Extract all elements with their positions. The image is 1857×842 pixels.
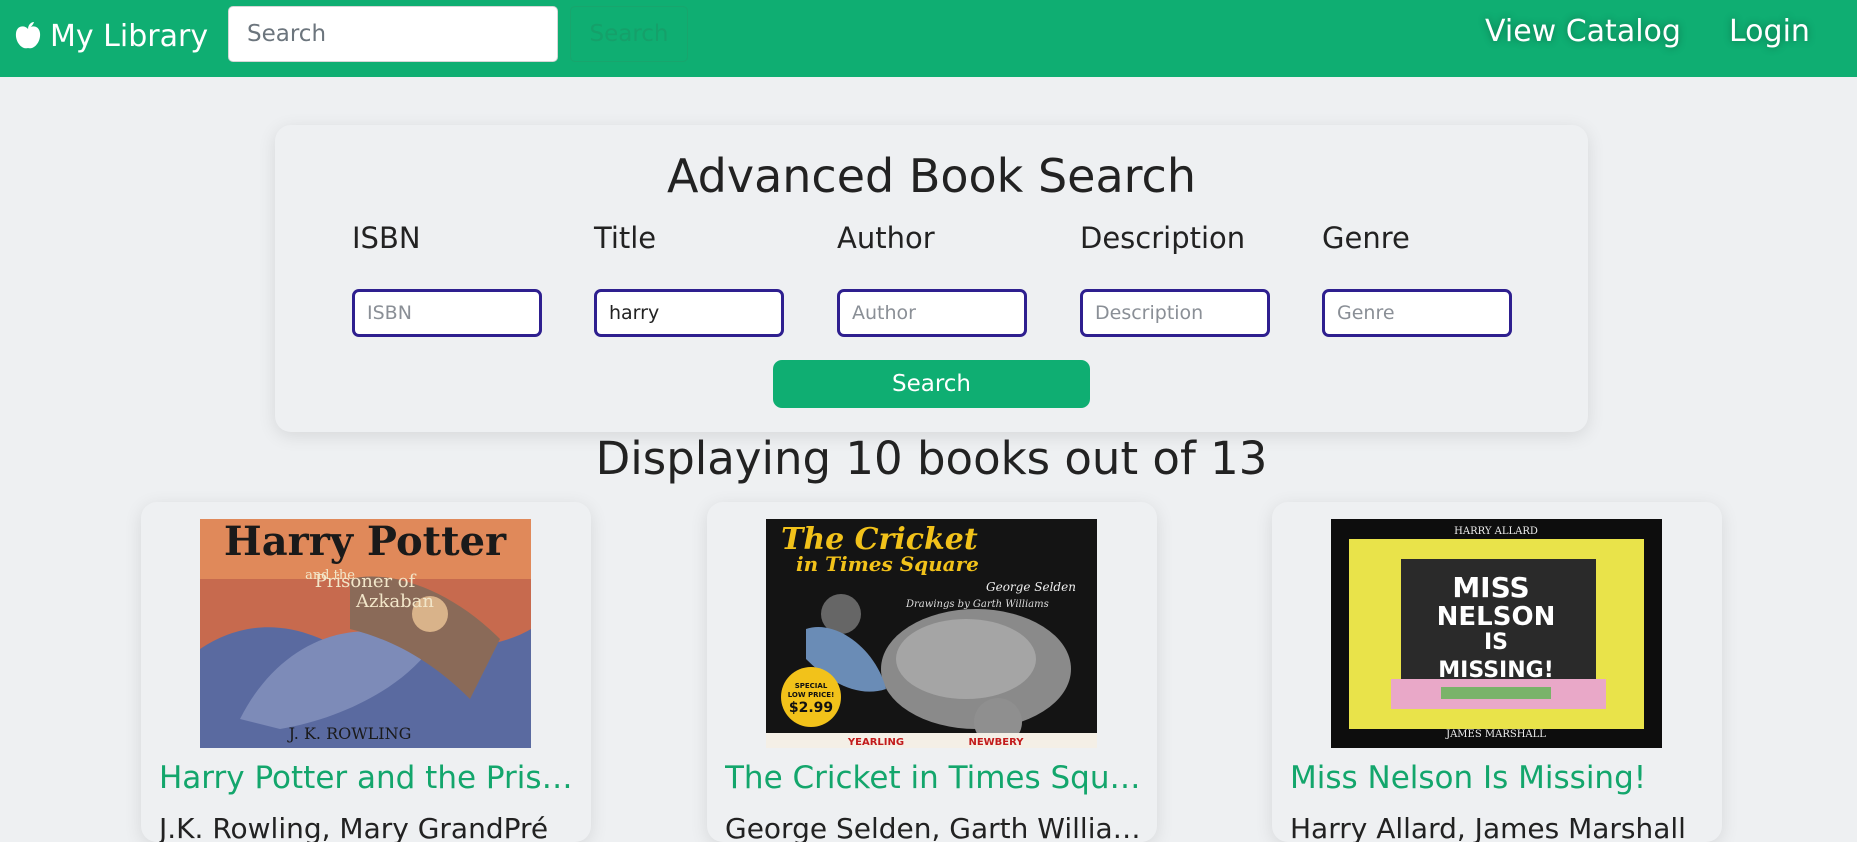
- description-input[interactable]: [1080, 289, 1270, 337]
- book-authors: J.K. Rowling, Mary GrandPré: [159, 812, 549, 842]
- advanced-search-card: Advanced Book Search ISBN Title Author D…: [275, 125, 1588, 432]
- cover-title-text: Harry Potter: [224, 519, 507, 565]
- apple-book-icon: [15, 22, 41, 49]
- title-label: Title: [594, 221, 657, 255]
- cover-author-text: J. K. ROWLING: [287, 724, 412, 743]
- genre-label: Genre: [1322, 221, 1410, 255]
- book-cover-image[interactable]: Harry Potter and the Prisoner of Azkaban…: [200, 519, 531, 748]
- book-authors: George Selden, Garth Williams: [725, 812, 1145, 842]
- advanced-search-button[interactable]: Search: [773, 360, 1090, 408]
- book-card[interactable]: Harry Potter and the Prisoner of Azkaban…: [141, 502, 591, 842]
- cover-illustrator-text: JAMES MARSHALL: [1445, 729, 1546, 740]
- book-card[interactable]: HARRY ALLARD MISS NELSON IS MISSING! JAM…: [1272, 502, 1722, 842]
- cover-title-text: NELSON: [1437, 602, 1556, 632]
- view-catalog-link[interactable]: View Catalog: [1485, 14, 1681, 49]
- cover-title-text: IS: [1484, 630, 1508, 655]
- author-input[interactable]: [837, 289, 1027, 337]
- cover-title-text: MISS: [1452, 571, 1529, 604]
- nav-search-button[interactable]: Search: [570, 6, 688, 62]
- genre-input[interactable]: [1322, 289, 1512, 337]
- cover-price-text: $2.99: [789, 700, 833, 716]
- advanced-search-title: Advanced Book Search: [667, 149, 1196, 203]
- author-label: Author: [837, 221, 935, 255]
- book-authors: Harry Allard, James Marshall: [1290, 812, 1686, 842]
- isbn-input[interactable]: [352, 289, 542, 337]
- cover-price-label: LOW PRICE!: [788, 691, 835, 699]
- isbn-label: ISBN: [352, 221, 421, 255]
- cover-author-text: HARRY ALLARD: [1454, 526, 1538, 537]
- cover-subtitle-text: Prisoner of: [315, 571, 417, 592]
- cover-subtitle-text: in Times Square: [796, 552, 979, 576]
- cover-price-label: SPECIAL: [795, 682, 828, 690]
- cover-illustrator-text: Drawings by Garth Williams: [905, 599, 1049, 610]
- book-cover-image[interactable]: HARRY ALLARD MISS NELSON IS MISSING! JAM…: [1331, 519, 1662, 748]
- results-heading: Displaying 10 books out of 13: [595, 432, 1268, 485]
- login-link[interactable]: Login: [1729, 14, 1810, 49]
- navbar: My Library Search View Catalog Login: [0, 0, 1857, 77]
- book-title-link[interactable]: Harry Potter and the Prisoner of Azkaban: [159, 760, 579, 796]
- description-label: Description: [1080, 221, 1246, 255]
- title-input[interactable]: [594, 289, 784, 337]
- cover-author-text: George Selden: [986, 580, 1076, 594]
- nav-search-input[interactable]: [228, 6, 558, 62]
- book-title-link[interactable]: The Cricket in Times Square: [725, 760, 1145, 796]
- book-card[interactable]: The Cricket in Times Square George Selde…: [707, 502, 1157, 842]
- brand[interactable]: My Library: [12, 16, 208, 56]
- brand-label: My Library: [50, 18, 209, 54]
- cover-award-text: NEWBERY: [968, 737, 1024, 748]
- cover-publisher-text: YEARLING: [847, 737, 904, 748]
- cover-subtitle-text: Azkaban: [355, 591, 434, 612]
- book-title-link[interactable]: Miss Nelson Is Missing!: [1290, 760, 1710, 796]
- book-cover-image[interactable]: The Cricket in Times Square George Selde…: [766, 519, 1097, 748]
